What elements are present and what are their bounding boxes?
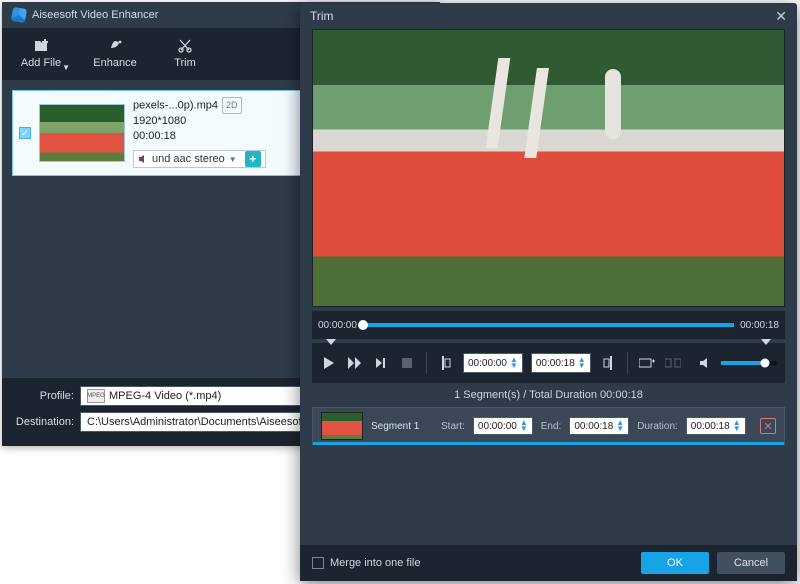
segment-duration-field[interactable]: 00:00:18▲▼ [686, 417, 746, 435]
spinner-icon[interactable]: ▲▼ [578, 357, 586, 369]
file-name: pexels-...0p).mp4 [133, 99, 218, 111]
scissors-icon [178, 39, 192, 53]
segment-end-value: 00:00:18 [574, 421, 613, 432]
segment-name: Segment 1 [371, 421, 433, 432]
segment-start-value: 00:00:00 [478, 421, 517, 432]
speaker-icon [138, 154, 148, 164]
spinner-icon[interactable]: ▲▼ [510, 357, 518, 369]
delete-segment-button[interactable]: ✕ [760, 418, 776, 434]
mpeg-format-icon: MPEG [87, 389, 105, 403]
spinner-icon[interactable]: ▲▼ [733, 420, 741, 432]
trim-titlebar: Trim ✕ [300, 3, 797, 29]
add-file-icon [33, 39, 49, 53]
trim-footer: Merge into one file OK Cancel [300, 545, 797, 581]
audio-track-label: und aac stereo [152, 152, 225, 167]
mute-button[interactable] [697, 354, 715, 372]
segment-start-field[interactable]: 00:00:00▲▼ [473, 417, 533, 435]
ok-button[interactable]: OK [641, 552, 709, 574]
close-icon[interactable]: ✕ [775, 8, 787, 25]
add-file-button[interactable]: Add File ▼ [2, 28, 80, 80]
trim-title: Trim [310, 9, 334, 23]
destination-label: Destination: [12, 416, 74, 428]
playhead[interactable] [358, 320, 368, 330]
timeline: 00:00:00 00:00:18 [312, 311, 785, 339]
checkbox-icon [312, 557, 324, 569]
next-frame-button[interactable] [372, 354, 390, 372]
trim-button[interactable]: Trim [150, 28, 220, 80]
enhance-label: Enhance [93, 57, 136, 69]
spinner-icon[interactable]: ▲▼ [520, 420, 528, 432]
file-thumbnail [39, 104, 125, 162]
stop-button[interactable] [398, 354, 416, 372]
separator [426, 352, 427, 374]
segment-thumbnail [321, 412, 363, 440]
segment-range-bar [313, 442, 784, 445]
segment-summary: 1 Segment(s) / Total Duration 00:00:18 [312, 389, 785, 401]
merge-label: Merge into one file [330, 557, 421, 569]
end-time-value: 00:00:18 [536, 358, 575, 369]
segment-start-label: Start: [441, 421, 465, 432]
timeline-track[interactable] [363, 323, 734, 327]
video-preview[interactable] [312, 29, 785, 307]
start-time-value: 00:00:00 [468, 358, 507, 369]
fast-forward-button[interactable] [346, 354, 364, 372]
playback-controls: 00:00:00▲▼ 00:00:18▲▼ [312, 343, 785, 383]
profile-label: Profile: [12, 390, 74, 402]
segment-duration-value: 00:00:18 [691, 421, 730, 432]
new-segment-button[interactable] [638, 354, 656, 372]
in-marker-icon[interactable] [326, 339, 336, 345]
join-segment-button [664, 354, 682, 372]
separator [627, 352, 628, 374]
timeline-selection [363, 323, 734, 327]
segment-end-label: End: [541, 421, 562, 432]
mode-badge: 2D [222, 97, 242, 114]
volume-slider[interactable] [721, 361, 777, 365]
audio-track-dropdown[interactable]: und aac stereo ▼ + [133, 150, 266, 168]
ok-label: OK [667, 557, 683, 569]
cancel-label: Cancel [734, 557, 768, 569]
segment-duration-label: Duration: [637, 421, 678, 432]
add-track-button[interactable]: + [245, 151, 261, 167]
end-time-field[interactable]: 00:00:18▲▼ [531, 353, 591, 373]
set-out-button[interactable] [599, 354, 617, 372]
spinner-icon[interactable]: ▲▼ [616, 420, 624, 432]
start-time-field[interactable]: 00:00:00▲▼ [463, 353, 523, 373]
cancel-button[interactable]: Cancel [717, 552, 785, 574]
volume-thumb[interactable] [760, 359, 769, 368]
timeline-start-time: 00:00:00 [318, 320, 357, 331]
segment-end-field[interactable]: 00:00:18▲▼ [569, 417, 629, 435]
dropdown-caret-icon[interactable]: ▼ [62, 63, 70, 72]
segment-row[interactable]: Segment 1 Start: 00:00:00▲▼ End: 00:00:1… [312, 407, 785, 445]
set-in-button[interactable] [437, 354, 455, 372]
enhance-button[interactable]: Enhance [80, 28, 150, 80]
out-marker-icon[interactable] [761, 339, 771, 345]
volume-fill [721, 361, 765, 365]
trim-dialog: Trim ✕ 00:00:00 00:00:18 00:00:00▲▼ 00:0… [300, 3, 797, 581]
volume-control [697, 354, 777, 372]
enhance-icon [106, 39, 124, 53]
add-file-label: Add File [21, 57, 61, 69]
file-checkbox[interactable]: ✓ [19, 127, 31, 139]
app-title: Aiseesoft Video Enhancer [32, 9, 158, 21]
app-logo-icon [11, 7, 27, 23]
play-button[interactable] [320, 354, 338, 372]
timeline-end-time: 00:00:18 [740, 320, 779, 331]
profile-value: MPEG-4 Video (*.mp4) [109, 390, 221, 402]
trim-label: Trim [174, 57, 196, 69]
dropdown-caret-icon: ▼ [229, 152, 237, 167]
merge-checkbox[interactable]: Merge into one file [312, 557, 421, 569]
